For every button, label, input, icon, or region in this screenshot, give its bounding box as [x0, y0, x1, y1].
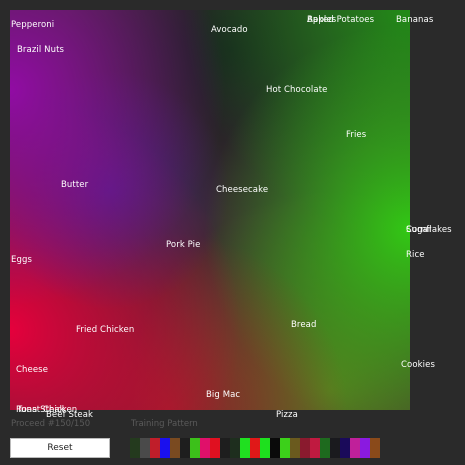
- pattern-swatch: [300, 438, 310, 458]
- label-big-mac: Big Mac: [206, 390, 241, 400]
- pattern-swatch: [210, 438, 220, 458]
- progress-status: Proceed #150/150: [11, 419, 91, 429]
- pattern-swatch: [320, 438, 330, 458]
- som-map: [10, 10, 410, 410]
- pattern-swatch: [310, 438, 320, 458]
- label-eggs: Eggs: [11, 255, 32, 265]
- pattern-swatch: [130, 438, 140, 458]
- label-cheesecake: Cheesecake: [216, 185, 269, 195]
- pattern-swatch: [240, 438, 250, 458]
- label-pepperoni: Pepperoni: [11, 20, 55, 30]
- pattern-swatch: [220, 438, 230, 458]
- pattern-swatch: [330, 438, 340, 458]
- label-bread: Bread: [291, 320, 317, 330]
- pattern-swatch: [260, 438, 270, 458]
- reset-button[interactable]: Reset: [10, 438, 110, 458]
- label-cheese: Cheese: [16, 365, 49, 375]
- pattern-swatch: [170, 438, 180, 458]
- pattern-swatch: [250, 438, 260, 458]
- pattern-swatch: [140, 438, 150, 458]
- pattern-swatch: [370, 438, 380, 458]
- label-sugar: Sugar: [406, 225, 432, 235]
- pattern-swatch: [180, 438, 190, 458]
- label-fried-chicken: Fried Chicken: [76, 325, 135, 335]
- label-brazil-nuts: Brazil Nuts: [17, 45, 65, 55]
- label-butter: Butter: [61, 180, 89, 190]
- label-rice: Rice: [406, 250, 425, 260]
- pattern-swatch: [160, 438, 170, 458]
- pattern-swatch: [350, 438, 360, 458]
- training-pattern-strip: [130, 438, 380, 458]
- label-cookies: Cookies: [401, 360, 435, 370]
- pattern-swatch: [270, 438, 280, 458]
- label-avocado: Avocado: [211, 25, 248, 35]
- label-pizza: Pizza: [276, 410, 298, 420]
- pattern-swatch: [340, 438, 350, 458]
- pattern-swatch: [200, 438, 210, 458]
- label-fries: Fries: [346, 130, 367, 140]
- pattern-swatch: [290, 438, 300, 458]
- training-pattern-label: Training Pattern: [131, 419, 198, 429]
- label-pork-pie: Pork Pie: [166, 240, 201, 250]
- label-hot-chocolate: Hot Chocolate: [266, 85, 328, 95]
- pattern-swatch: [150, 438, 160, 458]
- pattern-swatch: [360, 438, 370, 458]
- pattern-swatch: [230, 438, 240, 458]
- pattern-swatch: [190, 438, 200, 458]
- label-bananas: Bananas: [396, 15, 434, 25]
- pattern-swatch: [280, 438, 290, 458]
- label-baked-potatoes: Baked Potatoes: [307, 15, 375, 25]
